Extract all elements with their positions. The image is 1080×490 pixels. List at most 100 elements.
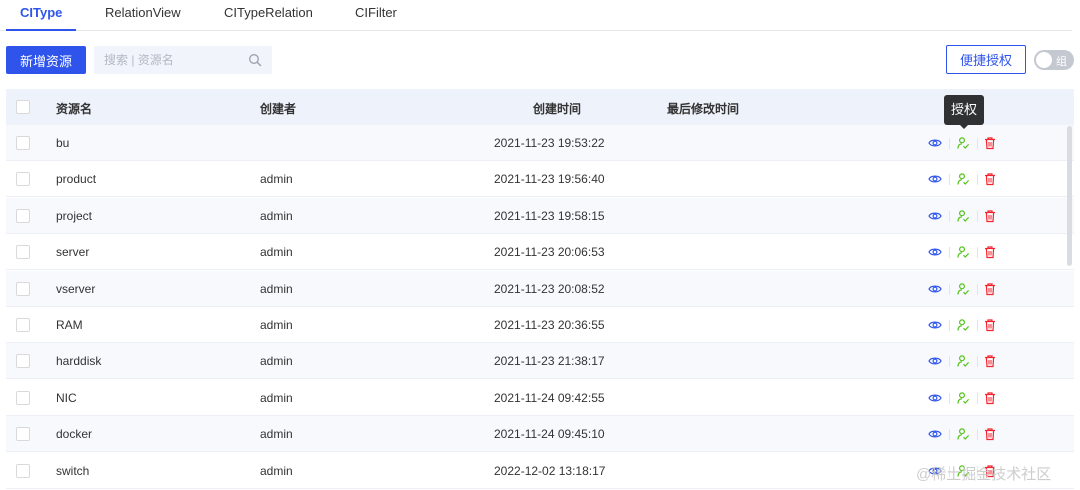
grant-tooltip: 授权 <box>944 95 984 129</box>
trash-icon[interactable] <box>983 209 997 223</box>
tooltip-arrow <box>959 124 969 129</box>
trash-icon[interactable] <box>983 427 997 441</box>
tab-citype[interactable]: CIType <box>20 5 62 20</box>
tab-cityperelation[interactable]: CITypeRelation <box>224 5 313 20</box>
table-row: vserver admin 2021-11-23 20:08:52 <box>6 270 1074 307</box>
table-row: harddisk admin 2021-11-23 21:38:17 <box>6 343 1074 380</box>
trash-icon[interactable] <box>983 282 997 296</box>
trash-icon[interactable] <box>983 245 997 259</box>
search-box <box>94 46 272 74</box>
active-tab-indicator <box>6 29 76 31</box>
tab-bar: CIType RelationView CITypeRelation CIFil… <box>0 0 1072 31</box>
watermark: @稀土掘金技术社区 <box>916 466 1052 483</box>
action-divider <box>977 356 978 368</box>
row-checkbox[interactable] <box>16 463 30 478</box>
quick-grant-button[interactable]: 便捷授权 <box>946 45 1026 74</box>
cell-name: harddisk <box>56 354 102 369</box>
row-checkbox[interactable] <box>16 318 30 332</box>
action-divider <box>977 320 978 331</box>
table-header: 资源名 创建者 创建时间 最后修改时间 <box>6 89 1074 125</box>
group-toggle[interactable]: 组 <box>1034 50 1074 70</box>
search-icon[interactable] <box>248 53 262 67</box>
cell-created-time: 2021-11-23 19:58:15 <box>494 208 605 223</box>
eye-icon[interactable] <box>928 282 942 296</box>
row-checkbox[interactable] <box>16 281 30 296</box>
column-header-modified[interactable]: 最后修改时间 <box>667 100 739 117</box>
cell-creator: admin <box>260 318 293 332</box>
trash-icon[interactable] <box>983 391 997 405</box>
table-row: switch admin 2022-12-02 13:18:17 <box>6 453 1074 489</box>
trash-icon[interactable] <box>983 354 997 368</box>
eye-icon[interactable] <box>928 318 942 332</box>
row-checkbox[interactable] <box>16 354 30 369</box>
table-row: server admin 2021-11-23 20:06:53 <box>6 234 1074 271</box>
user-grant-icon[interactable] <box>956 209 970 223</box>
user-grant-icon[interactable] <box>956 354 970 368</box>
action-divider <box>949 138 950 149</box>
row-checkbox[interactable] <box>16 390 30 405</box>
eye-icon[interactable] <box>928 391 942 405</box>
eye-icon[interactable] <box>928 209 942 223</box>
cell-creator: admin <box>260 427 293 442</box>
eye-icon[interactable] <box>928 136 942 150</box>
action-divider <box>977 247 978 259</box>
row-checkbox[interactable] <box>16 136 30 150</box>
tab-relationview[interactable]: RelationView <box>105 5 181 20</box>
cell-name: RAM <box>56 318 83 332</box>
user-grant-icon[interactable] <box>956 245 970 259</box>
cell-name: switch <box>56 463 90 478</box>
trash-icon[interactable] <box>983 172 997 186</box>
eye-icon[interactable] <box>928 427 942 441</box>
cell-created-time: 2021-11-23 19:56:40 <box>494 172 605 187</box>
user-grant-icon[interactable] <box>956 172 970 186</box>
eye-icon[interactable] <box>928 354 942 368</box>
cell-created-time: 2021-11-23 21:38:17 <box>494 354 605 369</box>
cell-created-time: 2021-11-23 20:08:52 <box>494 281 605 296</box>
action-divider <box>949 247 950 259</box>
user-grant-icon[interactable] <box>956 318 970 332</box>
cell-name: project <box>56 208 93 223</box>
action-divider <box>977 392 978 404</box>
user-grant-icon[interactable] <box>956 427 970 441</box>
trash-icon[interactable] <box>983 318 997 332</box>
add-resource-button[interactable]: 新增资源 <box>6 46 86 74</box>
eye-icon[interactable] <box>928 172 942 186</box>
action-divider <box>949 174 950 186</box>
select-all-checkbox[interactable] <box>16 100 30 114</box>
trash-icon[interactable] <box>983 136 997 150</box>
cell-name: product <box>56 172 97 187</box>
action-divider <box>949 429 950 441</box>
cell-created-time: 2021-11-24 09:45:10 <box>494 427 605 442</box>
user-grant-icon[interactable] <box>956 282 970 296</box>
column-header-created[interactable]: 创建时间 <box>533 100 581 117</box>
eye-icon[interactable] <box>928 245 942 259</box>
row-checkbox[interactable] <box>16 427 30 442</box>
row-checkbox[interactable] <box>16 245 30 260</box>
user-grant-icon[interactable] <box>956 391 970 405</box>
action-divider <box>949 283 950 295</box>
column-header-name: 资源名 <box>56 102 93 116</box>
action-divider <box>977 138 978 149</box>
cell-created-time: 2021-11-23 20:36:55 <box>494 318 605 332</box>
user-grant-icon[interactable] <box>956 136 970 150</box>
tab-cifilter[interactable]: CIFilter <box>355 5 397 20</box>
action-divider <box>949 320 950 331</box>
cell-creator: admin <box>260 354 293 369</box>
cell-creator: admin <box>260 463 293 478</box>
table-scrollbar[interactable] <box>1067 126 1072 266</box>
toggle-label: 组 <box>1056 56 1067 68</box>
tooltip-text: 授权 <box>950 102 977 117</box>
action-divider <box>949 392 950 404</box>
table-row: docker admin 2021-11-24 09:45:10 <box>6 416 1074 453</box>
table-row: NIC admin 2021-11-24 09:42:55 <box>6 380 1074 416</box>
action-divider <box>977 283 978 295</box>
action-divider <box>977 429 978 441</box>
table-row: RAM admin 2021-11-23 20:36:55 <box>6 307 1074 343</box>
search-input[interactable] <box>94 46 244 74</box>
cell-creator: admin <box>260 172 293 187</box>
cell-name: bu <box>56 136 70 150</box>
row-checkbox[interactable] <box>16 172 30 187</box>
cell-created-time: 2021-11-23 20:06:53 <box>494 245 605 260</box>
toggle-knob <box>1036 52 1052 68</box>
row-checkbox[interactable] <box>16 208 30 223</box>
